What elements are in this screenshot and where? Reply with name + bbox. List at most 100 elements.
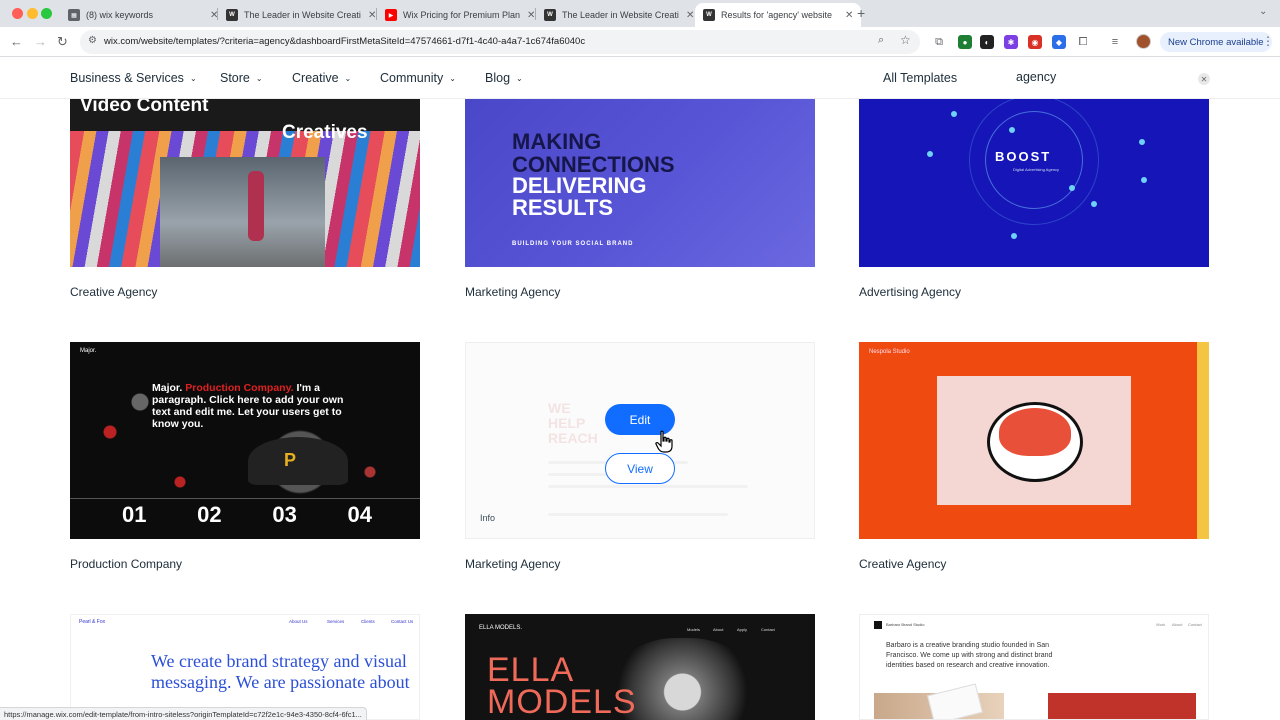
template-thumbnail[interactable]: ELLA MODELS. Models About Apply Contact …: [465, 614, 815, 720]
more-menu-icon[interactable]: ⋮: [1262, 34, 1274, 48]
reload-icon[interactable]: ↻: [57, 34, 68, 50]
extensions-puzzle-icon[interactable]: ⧠: [1076, 35, 1090, 49]
reading-list-icon[interactable]: ≡: [1108, 35, 1122, 49]
browser-tab[interactable]: W The Leader in Website Creati ✕: [218, 3, 384, 27]
hand-pointer-cursor-icon: [655, 430, 673, 453]
link-status-bar: https://manage.wix.com/edit-template/fro…: [0, 707, 367, 720]
template-title[interactable]: Creative Agency: [70, 285, 157, 299]
thumbnail-text: Digital Advertising Agency: [1013, 167, 1060, 172]
forward-icon[interactable]: →: [34, 34, 47, 49]
template-info-link[interactable]: Info: [480, 513, 495, 523]
thumbnail-brand: Pearl & Fox: [79, 619, 106, 625]
extension-icon[interactable]: ◐: [980, 35, 994, 49]
wix-icon: W: [703, 9, 715, 21]
chrome-update-button[interactable]: New Chrome available: [1160, 32, 1272, 52]
back-icon[interactable]: ←: [10, 34, 23, 49]
thumbnail-number: 04: [347, 502, 372, 527]
nav-item-business-services[interactable]: Business & Services ⌄: [70, 71, 197, 85]
maximize-window-button[interactable]: [41, 8, 52, 19]
decorative-dot: [1009, 127, 1015, 133]
view-template-button[interactable]: View: [605, 453, 675, 484]
nav-item-label: Store: [220, 71, 250, 85]
thumbnail-menu-item: Clients: [361, 619, 375, 624]
template-thumbnail[interactable]: Barbaro Brand Studio Work About Contact …: [859, 614, 1209, 720]
new-tab-icon[interactable]: +: [857, 5, 865, 21]
screen-capture-icon[interactable]: ⧉: [932, 35, 946, 49]
template-thumbnail[interactable]: BOOST Digital Advertising Agency: [859, 99, 1209, 267]
template-thumbnail[interactable]: Video Content Creatives: [70, 99, 420, 267]
thumbnail-headline: ELLA MODELS: [487, 653, 637, 719]
browser-tab[interactable]: W The Leader in Website Creati ✕: [536, 3, 702, 27]
template-thumbnail[interactable]: Pearl & Fox About Us Services Clients Co…: [70, 614, 420, 720]
chevron-down-icon: ⌄: [189, 73, 197, 83]
template-title[interactable]: Marketing Agency: [465, 557, 560, 571]
thumbnail-menu-item: Models: [687, 627, 700, 632]
thumbnail-menu-item: Work: [1156, 622, 1166, 627]
clear-search-icon[interactable]: ✕: [1198, 73, 1210, 85]
tab-label: Results for 'agency' website: [721, 10, 832, 20]
profile-avatar[interactable]: [1136, 34, 1151, 49]
nav-item-store[interactable]: Store ⌄: [220, 71, 263, 85]
minimize-window-button[interactable]: [27, 8, 38, 19]
faded-line: [548, 513, 728, 516]
close-tab-icon[interactable]: ✕: [845, 10, 853, 21]
extension-icon[interactable]: ◉: [1028, 35, 1042, 49]
thumbnail-numbers: 01 02 03 04: [122, 502, 372, 528]
thumbnail-brand: Nespola Studio: [869, 349, 910, 355]
thumbnail-menu-item: Contact: [1188, 622, 1202, 627]
thumbnail-image: [1048, 693, 1196, 719]
all-templates-link[interactable]: All Templates: [883, 71, 957, 85]
thumbnail-text: Creatives: [282, 122, 368, 143]
url-text[interactable]: wix.com/website/templates/?criteria=agen…: [104, 36, 804, 47]
template-title[interactable]: Advertising Agency: [859, 285, 961, 299]
zoom-icon[interactable]: ⌕: [878, 34, 884, 47]
nav-item-community[interactable]: Community ⌄: [380, 71, 456, 85]
tab-search-chevron-icon[interactable]: ⌄: [1259, 6, 1267, 17]
template-thumbnail[interactable]: P Major. Major. Production Company. I'm …: [70, 342, 420, 539]
tab-label: (8) wix keywords: [86, 10, 154, 20]
tab-label: The Leader in Website Creati: [244, 10, 361, 20]
extension-icon[interactable]: ◆: [1052, 35, 1066, 49]
chevron-down-icon: ⌄: [516, 73, 523, 83]
youtube-icon: ▶: [385, 9, 397, 21]
tab-label: Wix Pricing for Premium Plan: [403, 10, 521, 20]
close-window-button[interactable]: [12, 8, 23, 19]
chevron-down-icon: ⌄: [255, 73, 263, 83]
thumbnail-logo: BOOST: [995, 149, 1052, 164]
decorative-dot: [927, 151, 933, 157]
nav-item-label: Community: [380, 71, 444, 85]
thumbnail-paragraph: Major. Production Company. I'm a paragra…: [152, 382, 352, 430]
nav-item-blog[interactable]: Blog ⌄: [485, 71, 523, 85]
thumbnail-headline: We create brand strategy and visual mess…: [151, 651, 410, 692]
nav-item-label: Business & Services: [70, 71, 184, 85]
template-thumbnail[interactable]: Nespola Studio: [859, 342, 1209, 539]
thumbnail-number: 03: [272, 502, 297, 527]
bookmark-star-icon[interactable]: ☆: [900, 33, 911, 47]
nav-item-creative[interactable]: Creative ⌄: [292, 71, 351, 85]
site-info-icon[interactable]: ⚙: [88, 35, 97, 46]
decorative-dot: [1011, 233, 1017, 239]
thumbnail-number: 01: [122, 502, 147, 527]
address-bar[interactable]: ⚙ wix.com/website/templates/?criteria=ag…: [80, 30, 920, 54]
template-title[interactable]: Marketing Agency: [465, 285, 560, 299]
chevron-down-icon: ⌄: [449, 73, 456, 83]
wix-icon: W: [226, 9, 238, 21]
template-title[interactable]: Creative Agency: [859, 557, 946, 571]
browser-tab[interactable]: ▶ Wix Pricing for Premium Plan ✕: [377, 3, 543, 27]
thumbnail-menu-item: About: [1172, 622, 1183, 627]
template-title[interactable]: Production Company: [70, 557, 182, 571]
close-tab-icon[interactable]: ✕: [686, 10, 694, 21]
browser-tab-active[interactable]: W Results for 'agency' website ✕: [695, 3, 862, 27]
thumbnail-brand: ELLA MODELS.: [479, 625, 523, 631]
extension-icon[interactable]: ●: [958, 35, 972, 49]
template-search-input[interactable]: [1016, 70, 1186, 84]
extension-icon[interactable]: ✱: [1004, 35, 1018, 49]
template-thumbnail-hovered[interactable]: WE HELP REACH: [465, 342, 815, 539]
thumbnail-text: Video Content: [80, 99, 209, 116]
browser-tab[interactable]: ▦ (8) wix keywords ✕: [60, 3, 226, 27]
faded-thumbnail-text: WE HELP REACH: [548, 400, 598, 446]
template-thumbnail[interactable]: MAKING CONNECTIONS DELIVERING RESULTS BU…: [465, 99, 815, 267]
thumbnail-brand: Major.: [80, 348, 97, 354]
thumbnail-image: [248, 437, 348, 485]
thumbnail-logo: [874, 621, 882, 629]
